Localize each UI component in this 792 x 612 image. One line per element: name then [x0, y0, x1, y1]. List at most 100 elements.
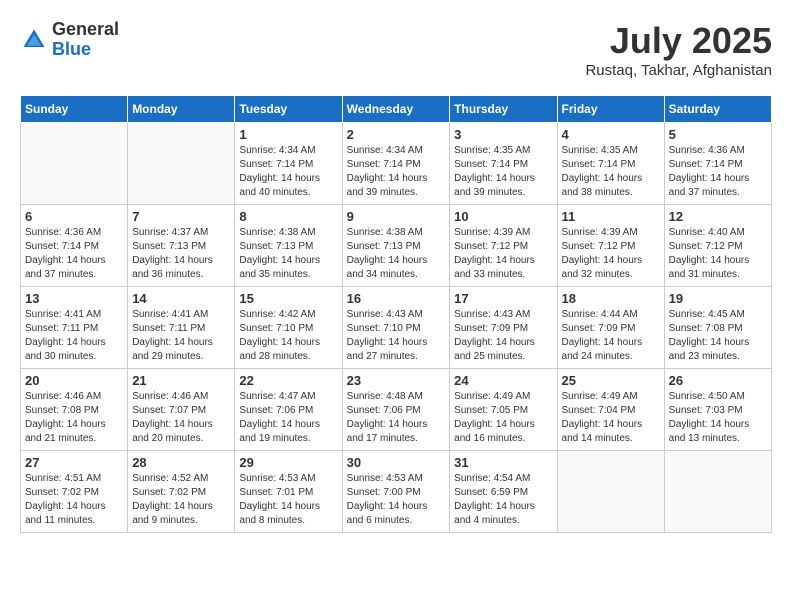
day-info: Sunrise: 4:36 AM Sunset: 7:14 PM Dayligh… — [25, 226, 123, 282]
day-number: 21 — [132, 373, 230, 388]
day-info: Sunrise: 4:49 AM Sunset: 7:05 PM Dayligh… — [454, 390, 552, 446]
calendar-cell: 26 Sunrise: 4:50 AM Sunset: 7:03 PM Dayli… — [664, 369, 771, 451]
day-number: 12 — [669, 209, 767, 224]
header-monday: Monday — [128, 96, 235, 123]
day-number: 26 — [669, 373, 767, 388]
day-info: Sunrise: 4:39 AM Sunset: 7:12 PM Dayligh… — [562, 226, 660, 282]
calendar-cell: 16 Sunrise: 4:43 AM Sunset: 7:10 PM Dayli… — [342, 287, 450, 369]
calendar-cell: 18Sunrise: 4:44 AM Sunset: 7:09 PM Dayli… — [557, 287, 664, 369]
day-number: 3 — [454, 127, 552, 142]
calendar-cell: 6 Sunrise: 4:36 AM Sunset: 7:14 PM Daylig… — [21, 205, 128, 287]
page-header: General Blue July 2025 Rustaq, Takhar, A… — [20, 20, 772, 79]
day-info: Sunrise: 4:49 AM Sunset: 7:04 PM Dayligh… — [562, 390, 660, 446]
location-subtitle: Rustaq, Takhar, Afghanistan — [585, 62, 772, 79]
calendar-cell: 9 Sunrise: 4:38 AM Sunset: 7:13 PM Daylig… — [342, 205, 450, 287]
day-info: Sunrise: 4:48 AM Sunset: 7:06 PM Dayligh… — [347, 390, 446, 446]
day-info: Sunrise: 4:37 AM Sunset: 7:13 PM Dayligh… — [132, 226, 230, 282]
day-info: Sunrise: 4:54 AM Sunset: 6:59 PM Dayligh… — [454, 472, 552, 528]
day-number: 7 — [132, 209, 230, 224]
header-wednesday: Wednesday — [342, 96, 450, 123]
calendar-cell — [128, 123, 235, 205]
calendar-cell: 27Sunrise: 4:51 AM Sunset: 7:02 PM Dayli… — [21, 451, 128, 533]
calendar-cell — [21, 123, 128, 205]
day-number: 5 — [669, 127, 767, 142]
day-number: 9 — [347, 209, 446, 224]
calendar-cell: 31Sunrise: 4:54 AM Sunset: 6:59 PM Dayli… — [450, 451, 557, 533]
day-info: Sunrise: 4:34 AM Sunset: 7:14 PM Dayligh… — [239, 144, 337, 200]
day-number: 11 — [562, 209, 660, 224]
day-number: 28 — [132, 455, 230, 470]
day-info: Sunrise: 4:36 AM Sunset: 7:14 PM Dayligh… — [669, 144, 767, 200]
day-number: 25 — [562, 373, 660, 388]
calendar-cell: 25 Sunrise: 4:49 AM Sunset: 7:04 PM Dayli… — [557, 369, 664, 451]
calendar-cell: 7 Sunrise: 4:37 AM Sunset: 7:13 PM Daylig… — [128, 205, 235, 287]
day-number: 1 — [239, 127, 337, 142]
calendar-cell: 11 Sunrise: 4:39 AM Sunset: 7:12 PM Dayli… — [557, 205, 664, 287]
day-info: Sunrise: 4:46 AM Sunset: 7:07 PM Dayligh… — [132, 390, 230, 446]
day-info: Sunrise: 4:46 AM Sunset: 7:08 PM Dayligh… — [25, 390, 123, 446]
day-info: Sunrise: 4:44 AM Sunset: 7:09 PM Dayligh… — [562, 308, 660, 364]
title-section: July 2025 Rustaq, Takhar, Afghanistan — [585, 20, 772, 79]
day-info: Sunrise: 4:35 AM Sunset: 7:14 PM Dayligh… — [562, 144, 660, 200]
day-number: 16 — [347, 291, 446, 306]
day-info: Sunrise: 4:42 AM Sunset: 7:10 PM Dayligh… — [239, 308, 337, 364]
calendar-cell: 28Sunrise: 4:52 AM Sunset: 7:02 PM Dayli… — [128, 451, 235, 533]
logo: General Blue — [20, 20, 119, 60]
calendar-week-row: 27Sunrise: 4:51 AM Sunset: 7:02 PM Dayli… — [21, 451, 772, 533]
logo-text: General Blue — [52, 20, 119, 60]
calendar-cell — [664, 451, 771, 533]
day-number: 30 — [347, 455, 446, 470]
day-number: 20 — [25, 373, 123, 388]
day-info: Sunrise: 4:53 AM Sunset: 7:00 PM Dayligh… — [347, 472, 446, 528]
calendar-cell: 20 Sunrise: 4:46 AM Sunset: 7:08 PM Dayli… — [21, 369, 128, 451]
calendar-cell: 21 Sunrise: 4:46 AM Sunset: 7:07 PM Dayli… — [128, 369, 235, 451]
header-saturday: Saturday — [664, 96, 771, 123]
day-info: Sunrise: 4:43 AM Sunset: 7:09 PM Dayligh… — [454, 308, 552, 364]
day-number: 14 — [132, 291, 230, 306]
calendar-cell: 4 Sunrise: 4:35 AM Sunset: 7:14 PM Daylig… — [557, 123, 664, 205]
day-info: Sunrise: 4:50 AM Sunset: 7:03 PM Dayligh… — [669, 390, 767, 446]
day-info: Sunrise: 4:40 AM Sunset: 7:12 PM Dayligh… — [669, 226, 767, 282]
calendar-cell: 12 Sunrise: 4:40 AM Sunset: 7:12 PM Dayli… — [664, 205, 771, 287]
calendar-cell: 29 Sunrise: 4:53 AM Sunset: 7:01 PM Dayli… — [235, 451, 342, 533]
header-friday: Friday — [557, 96, 664, 123]
header-thursday: Thursday — [450, 96, 557, 123]
calendar-cell: 2Sunrise: 4:34 AM Sunset: 7:14 PM Daylig… — [342, 123, 450, 205]
calendar-cell: 10 Sunrise: 4:39 AM Sunset: 7:12 PM Dayli… — [450, 205, 557, 287]
day-info: Sunrise: 4:47 AM Sunset: 7:06 PM Dayligh… — [239, 390, 337, 446]
logo-blue: Blue — [52, 40, 119, 60]
day-info: Sunrise: 4:38 AM Sunset: 7:13 PM Dayligh… — [239, 226, 337, 282]
day-number: 29 — [239, 455, 337, 470]
day-number: 2 — [347, 127, 446, 142]
day-number: 24 — [454, 373, 552, 388]
day-number: 10 — [454, 209, 552, 224]
calendar-cell: 23Sunrise: 4:48 AM Sunset: 7:06 PM Dayli… — [342, 369, 450, 451]
calendar-cell: 30 Sunrise: 4:53 AM Sunset: 7:00 PM Dayli… — [342, 451, 450, 533]
calendar-cell: 15Sunrise: 4:42 AM Sunset: 7:10 PM Dayli… — [235, 287, 342, 369]
day-number: 8 — [239, 209, 337, 224]
day-number: 6 — [25, 209, 123, 224]
calendar-week-row: 20 Sunrise: 4:46 AM Sunset: 7:08 PM Dayli… — [21, 369, 772, 451]
calendar-cell: 24 Sunrise: 4:49 AM Sunset: 7:05 PM Dayli… — [450, 369, 557, 451]
logo-general: General — [52, 20, 119, 40]
day-info: Sunrise: 4:38 AM Sunset: 7:13 PM Dayligh… — [347, 226, 446, 282]
calendar-header-row: Sunday Monday Tuesday Wednesday Thursday… — [21, 96, 772, 123]
calendar-cell: 8 Sunrise: 4:38 AM Sunset: 7:13 PM Daylig… — [235, 205, 342, 287]
calendar-cell: 13Sunrise: 4:41 AM Sunset: 7:11 PM Dayli… — [21, 287, 128, 369]
day-info: Sunrise: 4:43 AM Sunset: 7:10 PM Dayligh… — [347, 308, 446, 364]
day-number: 4 — [562, 127, 660, 142]
day-info: Sunrise: 4:53 AM Sunset: 7:01 PM Dayligh… — [239, 472, 337, 528]
day-number: 17 — [454, 291, 552, 306]
calendar-table: Sunday Monday Tuesday Wednesday Thursday… — [20, 95, 772, 533]
calendar-cell: 3Sunrise: 4:35 AM Sunset: 7:14 PM Daylig… — [450, 123, 557, 205]
calendar-cell: 22Sunrise: 4:47 AM Sunset: 7:06 PM Dayli… — [235, 369, 342, 451]
calendar-cell: 19Sunrise: 4:45 AM Sunset: 7:08 PM Dayli… — [664, 287, 771, 369]
day-info: Sunrise: 4:51 AM Sunset: 7:02 PM Dayligh… — [25, 472, 123, 528]
calendar-cell: 17 Sunrise: 4:43 AM Sunset: 7:09 PM Dayli… — [450, 287, 557, 369]
day-info: Sunrise: 4:41 AM Sunset: 7:11 PM Dayligh… — [132, 308, 230, 364]
day-info: Sunrise: 4:39 AM Sunset: 7:12 PM Dayligh… — [454, 226, 552, 282]
logo-icon — [20, 26, 48, 54]
calendar-week-row: 6 Sunrise: 4:36 AM Sunset: 7:14 PM Daylig… — [21, 205, 772, 287]
calendar-cell: 14 Sunrise: 4:41 AM Sunset: 7:11 PM Dayli… — [128, 287, 235, 369]
calendar-week-row: 13Sunrise: 4:41 AM Sunset: 7:11 PM Dayli… — [21, 287, 772, 369]
